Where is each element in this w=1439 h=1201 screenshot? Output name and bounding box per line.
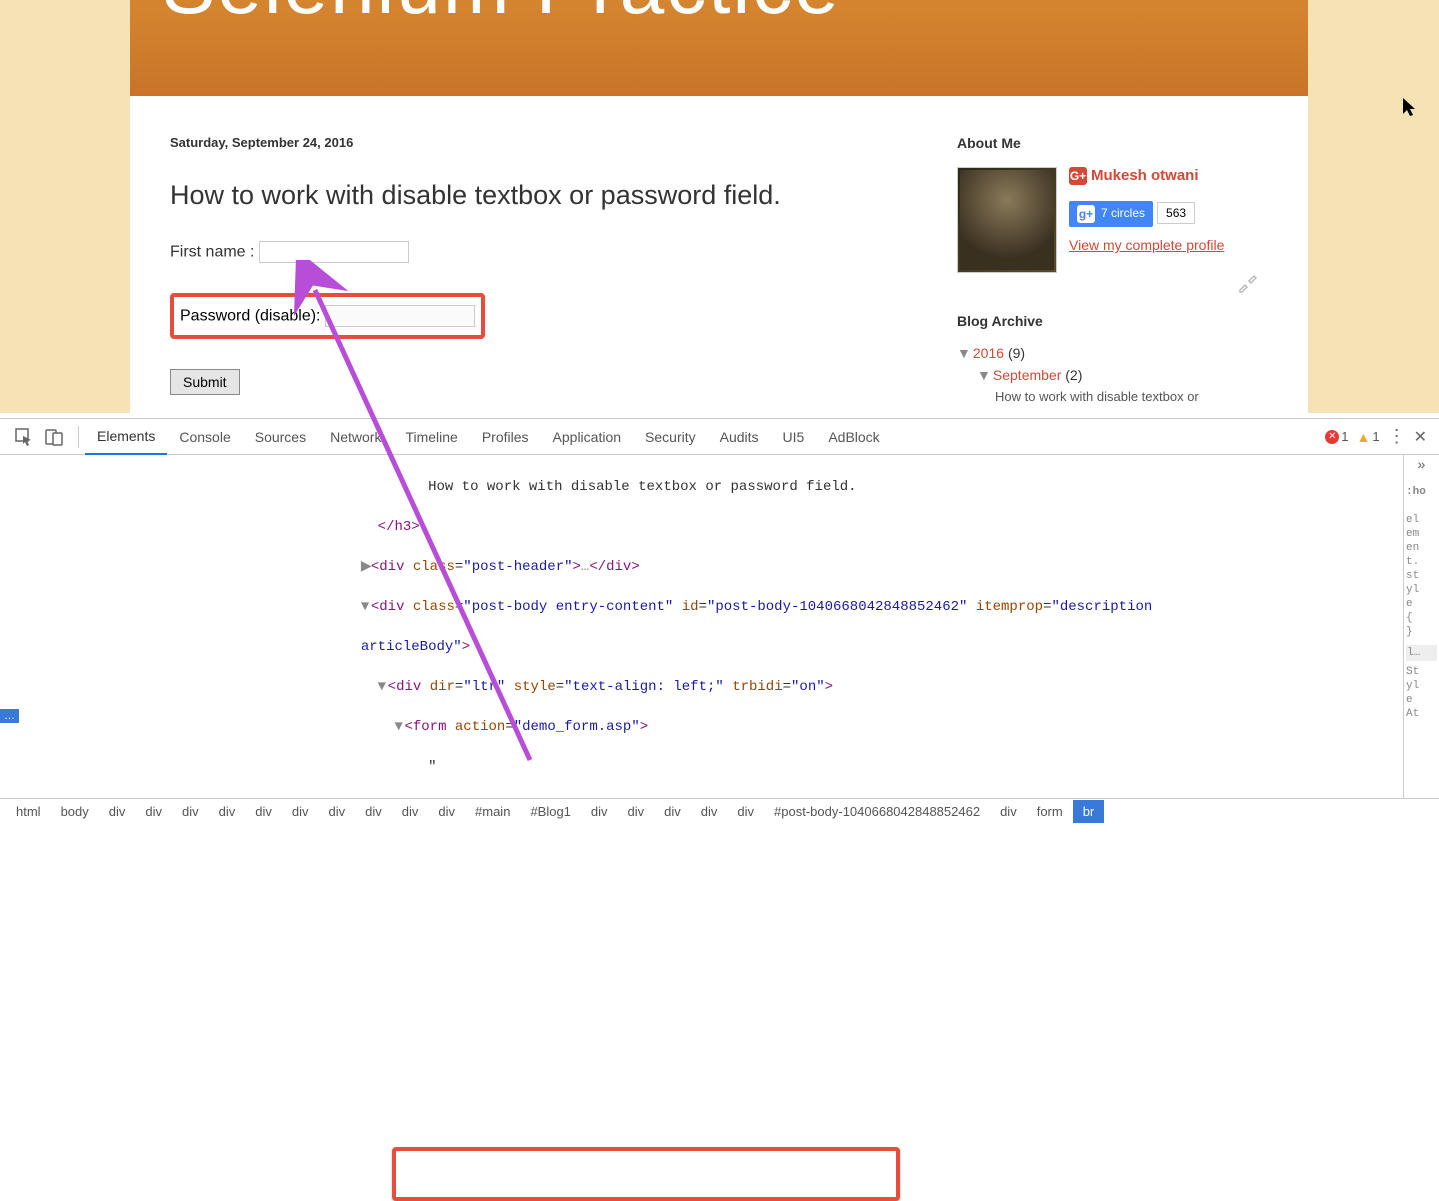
site-header: Selenium Practice [130, 0, 1308, 96]
device-toggle-icon[interactable] [42, 425, 66, 449]
error-badge[interactable]: ✕1 [1325, 429, 1348, 444]
crumb[interactable]: div [727, 800, 764, 823]
tab-profiles[interactable]: Profiles [470, 420, 541, 454]
crumb[interactable]: #Blog1 [520, 800, 580, 823]
mouse-cursor-icon [1403, 98, 1419, 123]
crumb[interactable]: div [172, 800, 209, 823]
blog-content-area: Selenium Practice Saturday, September 24… [130, 0, 1308, 413]
password-label: Password (disable): [180, 308, 321, 325]
dom-tree[interactable]: How to work with disable textbox or pass… [0, 455, 1403, 798]
crumb[interactable]: div [245, 800, 282, 823]
warning-triangle-icon: ▲ [1357, 429, 1371, 445]
archive-month[interactable]: ▼ September (2) [977, 367, 1257, 383]
warning-badge[interactable]: ▲1 [1357, 429, 1380, 445]
first-name-label: First name : [170, 244, 254, 261]
selection-handle[interactable]: … [0, 709, 19, 723]
dom-text: How to work with disable textbox or pass… [378, 479, 857, 495]
crumb[interactable]: #main [465, 800, 520, 823]
circles-count: 563 [1157, 202, 1195, 224]
archive-month-count: (2) [1065, 367, 1082, 383]
archive-year-count: (9) [1008, 345, 1025, 361]
styles-collapse-icon[interactable]: » [1406, 459, 1437, 473]
crumb[interactable]: div [282, 800, 319, 823]
sidebar: About Me G+Mukesh otwani g+ 7 circles 563 … [957, 135, 1257, 404]
site-title[interactable]: Selenium Practice [162, 0, 841, 32]
devtools-panel: Elements Console Sources Network Timelin… [0, 418, 1439, 824]
profile-name-row[interactable]: G+Mukesh otwani [1069, 167, 1224, 185]
wrench-icon[interactable] [1237, 273, 1257, 293]
crumb[interactable]: div [392, 800, 429, 823]
tab-network[interactable]: Network [318, 420, 393, 454]
styles-pane[interactable]: » :ho element.style {} l… Style At [1403, 455, 1439, 798]
annotation-password-input-box [392, 1147, 900, 1201]
gplus-small-icon: g+ [1077, 205, 1095, 223]
crumb[interactable]: form [1027, 800, 1073, 823]
crumb[interactable]: div [691, 800, 728, 823]
tab-console[interactable]: Console [167, 420, 242, 454]
triangle-down-icon: ▼ [957, 345, 969, 361]
profile-name[interactable]: Mukesh otwani [1091, 167, 1199, 184]
archive-post-link[interactable]: How to work with disable textbox or [995, 389, 1257, 404]
divider [78, 426, 79, 448]
tab-audits[interactable]: Audits [708, 420, 771, 454]
circles-badge[interactable]: g+ 7 circles [1069, 201, 1153, 227]
inspect-icon[interactable] [12, 425, 36, 449]
crumb[interactable]: div [355, 800, 392, 823]
tab-security[interactable]: Security [633, 420, 708, 454]
devtools-tabbar: Elements Console Sources Network Timelin… [0, 419, 1439, 455]
close-devtools-icon[interactable]: ✕ [1414, 427, 1427, 447]
crumb[interactable]: div [99, 800, 136, 823]
devtools-body: … How to work with disable textbox or pa… [0, 455, 1439, 798]
first-name-input[interactable] [259, 241, 409, 263]
blog-archive: Blog Archive ▼ 2016 (9) ▼ September (2) … [957, 313, 1257, 404]
profile-avatar[interactable] [957, 167, 1057, 273]
tab-application[interactable]: Application [541, 420, 634, 454]
tab-ui5[interactable]: UI5 [771, 420, 817, 454]
crumb[interactable]: #post-body-1040668042848852462 [764, 800, 990, 823]
password-input [325, 305, 475, 327]
crumb[interactable]: html [6, 800, 51, 823]
about-box: G+Mukesh otwani g+ 7 circles 563 View my c… [957, 167, 1257, 273]
kebab-menu-icon[interactable]: ⋮ [1388, 426, 1406, 447]
crumb[interactable]: div [135, 800, 172, 823]
archive-year-link[interactable]: 2016 [973, 345, 1004, 361]
triangle-down-icon: ▼ [977, 367, 989, 383]
about-me-title: About Me [957, 135, 1257, 151]
post-title: How to work with disable textbox or pass… [170, 180, 890, 211]
crumb[interactable]: div [990, 800, 1027, 823]
archive-year[interactable]: ▼ 2016 (9) [957, 345, 1257, 361]
tab-sources[interactable]: Sources [243, 420, 318, 454]
crumb[interactable]: div [618, 800, 655, 823]
crumb[interactable]: div [654, 800, 691, 823]
warning-count: 1 [1372, 429, 1379, 444]
error-circle-icon: ✕ [1325, 430, 1339, 444]
crumb[interactable]: div [581, 800, 618, 823]
tab-adblock[interactable]: AdBlock [816, 420, 891, 454]
circles-label: 7 circles [1101, 206, 1145, 220]
gplus-icon: G+ [1069, 167, 1087, 185]
password-row-highlight: Password (disable): [170, 293, 485, 339]
submit-button[interactable]: Submit [170, 369, 240, 395]
dom-breadcrumbs[interactable]: html body div div div div div div div di… [0, 798, 1439, 824]
crumb[interactable]: div [319, 800, 356, 823]
archive-title: Blog Archive [957, 313, 1257, 329]
crumb-active[interactable]: br [1073, 800, 1105, 823]
first-name-row: First name : [170, 241, 890, 263]
post-date: Saturday, September 24, 2016 [170, 135, 890, 150]
tab-timeline[interactable]: Timeline [393, 420, 469, 454]
crumb[interactable]: div [428, 800, 465, 823]
error-count: 1 [1341, 429, 1348, 444]
view-profile-link[interactable]: View my complete profile [1069, 237, 1224, 253]
crumb[interactable]: body [51, 800, 99, 823]
crumb[interactable]: div [209, 800, 246, 823]
archive-month-link[interactable]: September [993, 367, 1061, 383]
devtools-right-controls: ✕1 ▲1 ⋮ ✕ [1325, 426, 1427, 447]
tab-elements[interactable]: Elements [85, 419, 167, 455]
